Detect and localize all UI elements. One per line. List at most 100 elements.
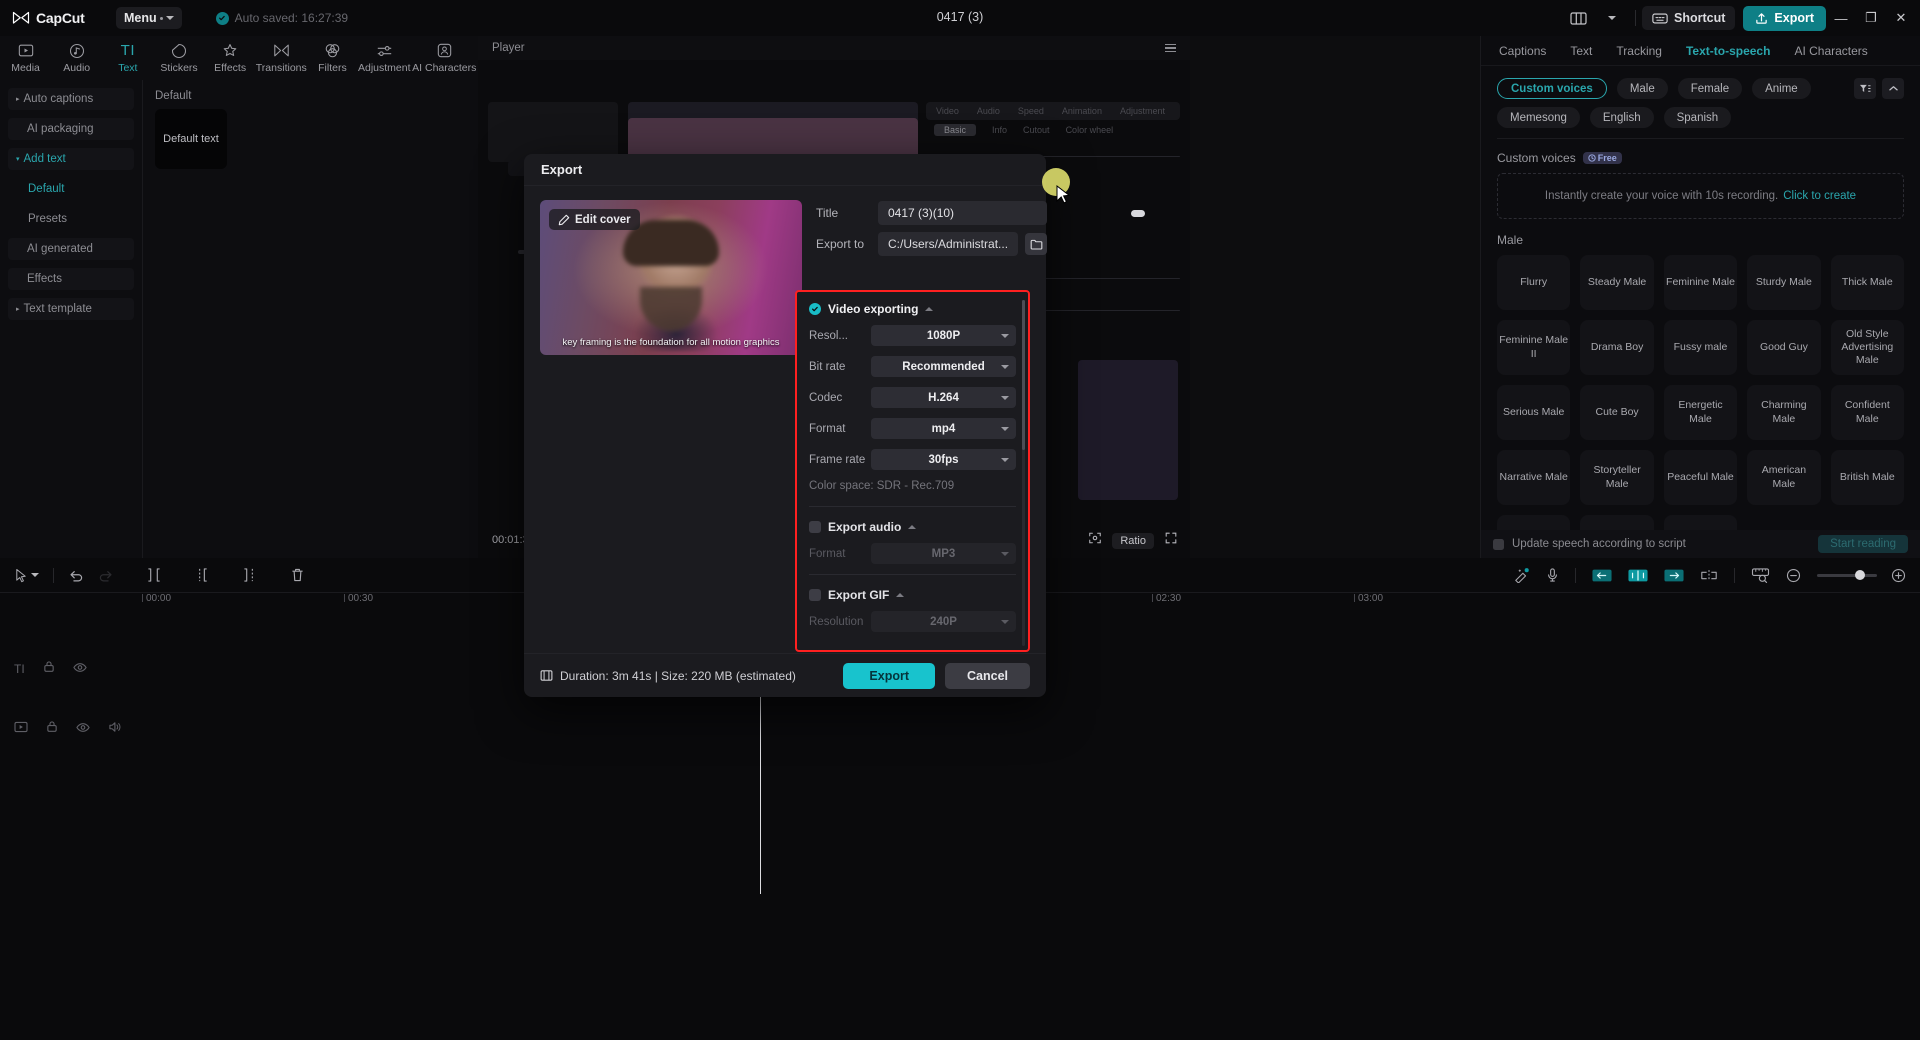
framerate-select[interactable]: 30fps (871, 449, 1016, 470)
voice-tile[interactable]: Flurry (1497, 255, 1570, 310)
tab-stickers[interactable]: Stickers (153, 42, 204, 74)
tab-text-to-speech[interactable]: Text-to-speech (1686, 44, 1770, 58)
sidebar-item-effects[interactable]: Effects (8, 268, 134, 290)
tab-effects[interactable]: Effects (205, 42, 256, 74)
video-exporting-header[interactable]: Video exporting (809, 302, 1016, 316)
update-speech-checkbox[interactable] (1493, 539, 1504, 550)
layout-button[interactable] (1561, 5, 1595, 31)
sidebar-item-add-text[interactable]: ▾ Add text (8, 148, 134, 170)
tab-transitions[interactable]: Transitions (256, 42, 307, 74)
split-icon[interactable] (146, 567, 162, 583)
export-audio-header[interactable]: Export audio (809, 520, 1016, 534)
voice-tile[interactable]: Serious Male (1497, 385, 1570, 440)
voice-tile[interactable]: American Male (1747, 450, 1820, 505)
lock-icon[interactable] (46, 720, 58, 738)
video-exporting-checkbox[interactable] (809, 303, 821, 315)
export-path-input[interactable]: C:/Users/Administrat... (878, 232, 1018, 256)
voice-tile[interactable]: Sturdy Male (1747, 255, 1820, 310)
gif-resolution-select[interactable]: 240P (871, 611, 1016, 632)
layout-chevron-icon[interactable] (1595, 5, 1629, 31)
chevron-up-icon[interactable] (896, 593, 904, 597)
undo-icon[interactable] (68, 568, 84, 582)
chevron-up-icon[interactable] (908, 525, 916, 529)
chip-female[interactable]: Female (1678, 78, 1742, 99)
menu-button[interactable]: Menu (116, 7, 182, 29)
sidebar-item-ai-generated[interactable]: AI generated (8, 238, 134, 260)
asset-card-default-text[interactable]: Default text (155, 109, 227, 169)
voice-tile[interactable]: Steady Male (1580, 255, 1653, 310)
keyframe-mid-icon[interactable] (1628, 569, 1648, 582)
measure-icon[interactable] (1751, 567, 1770, 583)
create-voice-link[interactable]: Click to create (1783, 190, 1856, 202)
export-gif-header[interactable]: Export GIF (809, 588, 1016, 602)
format-select[interactable]: mp4 (871, 418, 1016, 439)
sidebar-item-text-template[interactable]: ▸ Text template (8, 298, 134, 320)
keyframe-out-icon[interactable] (1664, 569, 1684, 582)
trim-right-icon[interactable] (242, 567, 258, 583)
chip-memesong[interactable]: Memesong (1497, 107, 1580, 128)
tab-tracking[interactable]: Tracking (1616, 44, 1662, 58)
tab-adjustment[interactable]: Adjustment (358, 42, 411, 74)
filter-icon[interactable] (1854, 78, 1876, 99)
voice-tile[interactable]: Feminine Male (1664, 255, 1737, 310)
tab-captions[interactable]: Captions (1499, 44, 1546, 58)
voice-tile[interactable]: Thick Male (1831, 255, 1904, 310)
zoom-in-icon[interactable] (1891, 568, 1906, 583)
voice-tile[interactable]: Good Guy (1747, 320, 1820, 375)
tab-filters[interactable]: Filters (307, 42, 358, 74)
tab-text[interactable]: Text (1570, 44, 1592, 58)
tab-ai-characters[interactable]: AI Characters (1794, 44, 1867, 58)
eye-icon[interactable] (73, 660, 87, 678)
codec-select[interactable]: H.264 (871, 387, 1016, 408)
eye-icon[interactable] (76, 720, 90, 738)
resolution-select[interactable]: 1080P (871, 325, 1016, 346)
voice-tile[interactable]: Confident Male (1831, 385, 1904, 440)
keyframe-in-icon[interactable] (1592, 569, 1612, 582)
trim-left-icon[interactable] (194, 567, 210, 583)
zoom-slider[interactable] (1817, 574, 1877, 577)
sidebar-item-ai-packaging[interactable]: AI packaging (8, 118, 134, 140)
start-reading-button[interactable]: Start reading (1818, 535, 1908, 553)
fullscreen-icon[interactable] (1164, 531, 1178, 550)
tab-audio[interactable]: Audio (51, 42, 102, 74)
edit-cover-button[interactable]: Edit cover (549, 209, 640, 230)
voice-tile[interactable]: British Male (1831, 450, 1904, 505)
voice-tile[interactable]: Narrative Male (1497, 450, 1570, 505)
tab-media[interactable]: Media (0, 42, 51, 74)
mirror-icon[interactable] (1700, 569, 1718, 582)
chip-male[interactable]: Male (1617, 78, 1668, 99)
voice-tile[interactable]: Energetic Male (1664, 385, 1737, 440)
fit-screen-icon[interactable] (1088, 531, 1102, 550)
export-audio-checkbox[interactable] (809, 521, 821, 533)
titlebar-export-button[interactable]: Export (1743, 6, 1826, 31)
chevron-up-icon[interactable] (925, 307, 933, 311)
voice-tile[interactable]: Fussy male (1664, 320, 1737, 375)
cancel-button[interactable]: Cancel (945, 663, 1030, 689)
browse-folder-button[interactable] (1025, 233, 1047, 255)
zoom-slider-knob[interactable] (1855, 570, 1865, 580)
voice-tile[interactable]: Peaceful Male (1664, 450, 1737, 505)
zoom-out-icon[interactable] (1786, 568, 1801, 583)
tab-text[interactable]: TI Text (102, 42, 153, 74)
voice-tile[interactable]: Charming Male (1747, 385, 1820, 440)
bitrate-select[interactable]: Recommended (871, 356, 1016, 377)
redo-icon[interactable] (98, 568, 114, 582)
delete-icon[interactable] (290, 567, 305, 583)
lock-icon[interactable] (43, 660, 55, 678)
voice-tile[interactable]: Old Style Advertising Male (1831, 320, 1904, 375)
player-menu-icon[interactable] (1165, 44, 1176, 53)
voice-tile[interactable]: Storyteller Male (1580, 450, 1653, 505)
sidebar-item-presets[interactable]: Presets (8, 208, 134, 230)
chip-custom-voices[interactable]: Custom voices (1497, 78, 1607, 99)
volume-icon[interactable] (108, 720, 122, 738)
title-input[interactable]: 0417 (3)(10) (878, 201, 1047, 225)
select-tool-icon[interactable] (14, 568, 39, 583)
sidebar-item-auto-captions[interactable]: ▸ Auto captions (8, 88, 134, 110)
settings-scrollbar-thumb[interactable] (1022, 300, 1025, 450)
minimize-button[interactable]: — (1826, 0, 1856, 36)
voice-tile[interactable]: Drama Boy (1580, 320, 1653, 375)
maximize-button[interactable]: ❐ (1856, 0, 1886, 36)
create-voice-box[interactable]: Instantly create your voice with 10s rec… (1497, 173, 1904, 219)
export-gif-checkbox[interactable] (809, 589, 821, 601)
chip-spanish[interactable]: Spanish (1664, 107, 1732, 128)
